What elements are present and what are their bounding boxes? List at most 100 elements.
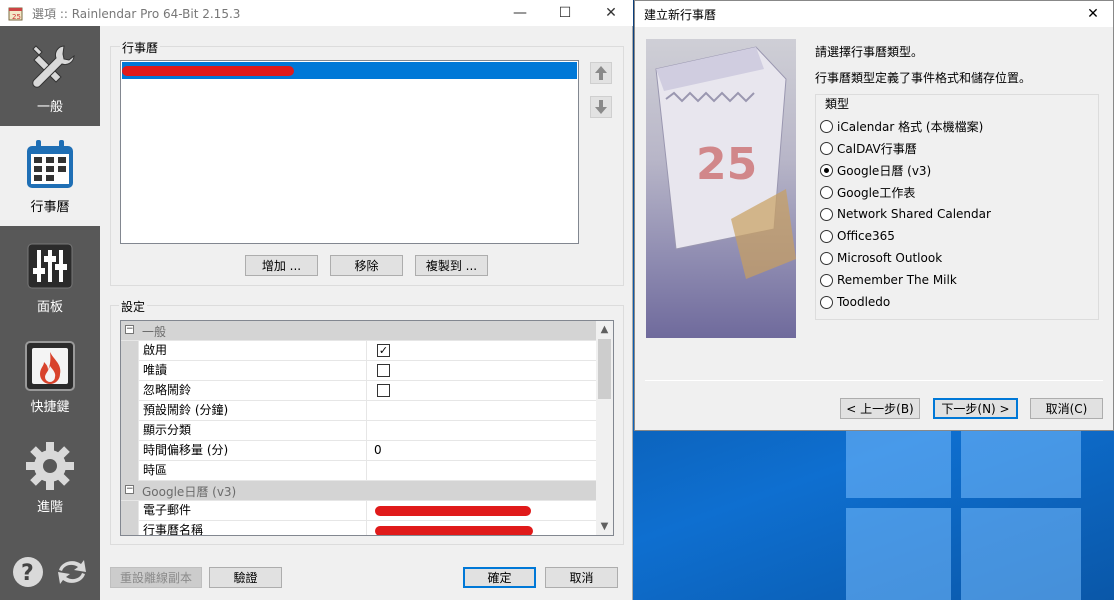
radio-button[interactable]	[820, 207, 833, 221]
property-row[interactable]: 顯示分類	[121, 421, 597, 441]
sidebar-item-label: 面板	[36, 300, 63, 315]
app-icon: 25	[8, 7, 23, 21]
sidebar-item-advanced[interactable]: 進階	[0, 426, 100, 526]
radio-remember-the-milk[interactable]: Remember The Milk	[820, 271, 957, 289]
category-label: 一般	[142, 325, 167, 339]
back-button[interactable]: < 上一步(B)	[840, 398, 920, 419]
arrow-down-icon	[595, 100, 607, 114]
radio-label: Toodledo	[837, 295, 891, 309]
ok-button[interactable]: 確定	[463, 567, 536, 588]
wizard-title: 建立新行事曆	[644, 8, 717, 22]
scroll-down-icon[interactable]: ▼	[596, 518, 613, 535]
row-indent	[121, 521, 138, 535]
verify-button[interactable]: 驗證	[209, 567, 282, 588]
wizard-prompt: 請選擇行事曆類型。	[815, 45, 924, 59]
sidebar-item-label: 進階	[36, 500, 63, 515]
enabled-checkbox[interactable]: ✓	[377, 344, 390, 357]
maximize-button[interactable]: ☐	[542, 0, 588, 26]
property-value[interactable]: ✓	[371, 341, 597, 361]
radio-label: Remember The Milk	[837, 273, 957, 287]
windows-logo-pane	[846, 428, 951, 498]
radio-button[interactable]	[820, 295, 833, 309]
property-value[interactable]	[371, 521, 597, 535]
property-value[interactable]	[371, 461, 597, 481]
property-value[interactable]	[371, 381, 597, 401]
copy-to-button[interactable]: 複製到 ...	[415, 255, 488, 276]
remove-calendar-button[interactable]: 移除	[330, 255, 403, 276]
scroll-up-icon[interactable]: ▲	[596, 321, 613, 338]
sidebar-item-hotkeys[interactable]: 快捷鍵	[0, 326, 100, 426]
sliders-icon	[27, 243, 73, 289]
windows-logo-pane	[961, 508, 1081, 600]
calendar-list[interactable]	[120, 60, 579, 244]
move-up-button[interactable]	[590, 62, 612, 84]
property-grid[interactable]: − 一般 啟用 ✓ 唯讀 忽略鬧鈴 預設鬧鈴 (分鐘) 顯示分類 時間偏移量 (…	[120, 320, 614, 536]
property-value[interactable]	[371, 501, 597, 521]
scrollbar-thumb[interactable]	[598, 339, 611, 399]
property-value[interactable]	[371, 401, 597, 421]
read-only-checkbox[interactable]	[377, 364, 390, 377]
property-row[interactable]: 忽略鬧鈴	[121, 381, 597, 401]
radio-label: CalDAV行事曆	[837, 141, 917, 156]
property-row[interactable]: 唯讀	[121, 361, 597, 381]
calendar-icon	[27, 140, 73, 188]
scrollbar[interactable]: ▲ ▼	[596, 321, 613, 535]
collapse-icon[interactable]: −	[125, 485, 134, 494]
property-row[interactable]: 預設鬧鈴 (分鐘)	[121, 401, 597, 421]
wizard-close-button[interactable]: ✕	[1073, 1, 1113, 27]
property-row[interactable]: 啟用 ✓	[121, 341, 597, 361]
add-calendar-button[interactable]: 增加 ...	[245, 255, 318, 276]
ignore-alarms-checkbox[interactable]	[377, 384, 390, 397]
list-item[interactable]	[122, 62, 577, 79]
radio-button[interactable]	[820, 141, 833, 155]
row-indent	[121, 441, 138, 461]
radio-label: Google工作表	[837, 185, 916, 200]
radio-office365[interactable]: Office365	[820, 227, 895, 245]
sidebar-item-general[interactable]: 一般	[0, 26, 100, 126]
radio-button[interactable]	[820, 273, 833, 287]
sidebar-item-calendars[interactable]: 行事曆	[0, 126, 100, 226]
radio-google-tasks[interactable]: Google工作表	[820, 183, 915, 201]
wizard-cancel-button[interactable]: 取消(C)	[1030, 398, 1103, 419]
radio-label: Microsoft Outlook	[837, 251, 943, 265]
radio-microsoft-outlook[interactable]: Microsoft Outlook	[820, 249, 942, 267]
property-name: 電子郵件	[138, 501, 367, 521]
property-row[interactable]: 行事曆名稱	[121, 521, 597, 535]
radio-button[interactable]	[820, 251, 833, 265]
radio-button[interactable]	[820, 185, 833, 199]
property-row[interactable]: 時區	[121, 461, 597, 481]
radio-google-calendar[interactable]: Google日曆 (v3)	[820, 161, 931, 179]
collapse-icon[interactable]: −	[125, 325, 134, 334]
minimize-button[interactable]: —	[497, 0, 543, 26]
property-value[interactable]: 0	[371, 441, 597, 461]
property-value[interactable]	[371, 361, 597, 381]
cancel-button[interactable]: 取消	[545, 567, 618, 588]
wizard-title-bar: 建立新行事曆 ✕	[635, 1, 1113, 27]
windows-logo-pane	[961, 428, 1081, 498]
sidebar-item-panels[interactable]: 面板	[0, 226, 100, 326]
radio-button[interactable]	[820, 229, 833, 243]
sync-icon[interactable]	[55, 556, 89, 588]
property-name: 忽略鬧鈴	[138, 381, 367, 401]
row-indent	[121, 341, 138, 361]
windows-logo-pane	[846, 508, 951, 600]
sidebar: 一般 行事曆 面板 快捷鍵 進階 ?	[0, 26, 100, 600]
property-row[interactable]: 電子郵件	[121, 501, 597, 521]
radio-toodledo[interactable]: Toodledo	[820, 293, 890, 311]
reset-offline-copy-button[interactable]: 重設離線副本	[110, 567, 202, 588]
radio-caldav[interactable]: CalDAV行事曆	[820, 139, 917, 157]
property-row[interactable]: 時間偏移量 (分) 0	[121, 441, 597, 461]
help-icon[interactable]: ?	[12, 556, 44, 588]
close-button[interactable]: ✕	[588, 0, 634, 26]
radio-network-shared[interactable]: Network Shared Calendar	[820, 205, 991, 223]
radio-button[interactable]	[820, 119, 833, 133]
radio-button[interactable]	[820, 163, 833, 177]
property-category[interactable]: − Google日曆 (v3)	[121, 481, 597, 501]
next-button[interactable]: 下一步(N) >	[933, 398, 1018, 419]
radio-icalendar[interactable]: iCalendar 格式 (本機檔案)	[820, 117, 983, 135]
radio-label: Network Shared Calendar	[837, 207, 991, 221]
property-value[interactable]	[371, 421, 597, 441]
property-category[interactable]: − 一般	[121, 321, 597, 341]
move-down-button[interactable]	[590, 96, 612, 118]
arrow-up-icon	[595, 66, 607, 80]
